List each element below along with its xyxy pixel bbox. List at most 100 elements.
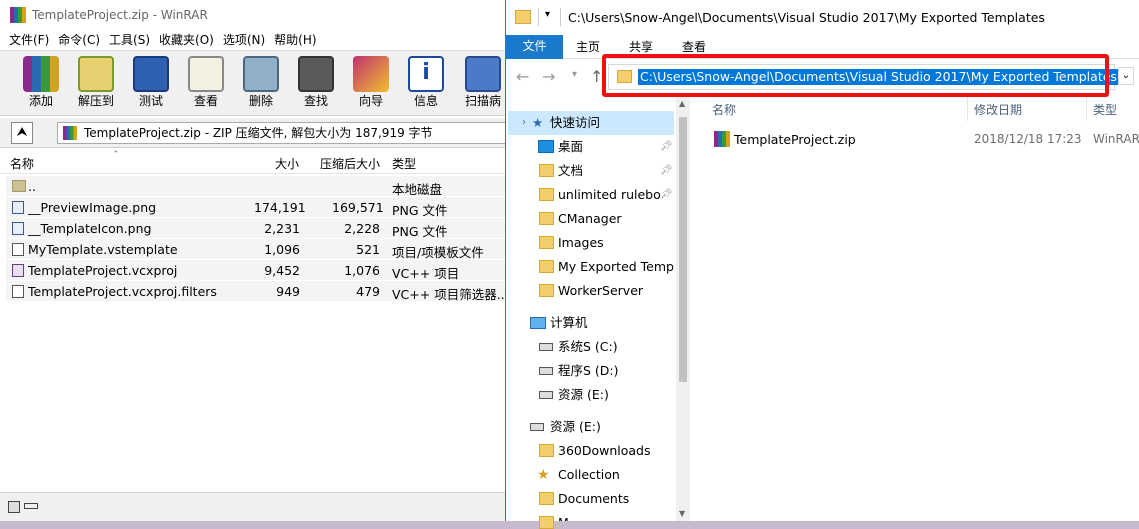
nav-drive-c[interactable]: 系统S (C:): [558, 335, 618, 359]
column-type[interactable]: 类型: [1093, 101, 1117, 118]
nav-item-unlimited[interactable]: unlimited rulebo: [558, 183, 662, 207]
title-bar: TemplateProject.zip - WinRAR: [0, 0, 506, 30]
nav-item-partial[interactable]: M...: [558, 511, 581, 521]
tab-home[interactable]: 主页: [576, 35, 600, 59]
list-header: 名称 ⌃ 大小 压缩后大小 类型: [0, 150, 506, 174]
quick-access-toolbar-dropdown-icon[interactable]: ▾: [545, 9, 550, 20]
folder-icon: [539, 188, 554, 201]
column-name[interactable]: 名称: [712, 101, 736, 118]
archive-path-field[interactable]: TemplateProject.zip - ZIP 压缩文件, 解包大小为 18…: [57, 122, 506, 144]
archive-icon: [63, 126, 77, 140]
folder-icon: [539, 284, 554, 297]
virus-scan-button[interactable]: 扫描病: [460, 55, 506, 113]
winrar-logo-icon: [10, 7, 26, 23]
folder-icon: [539, 260, 554, 273]
nav-computer[interactable]: 计算机: [550, 311, 588, 335]
find-button[interactable]: 查找: [289, 55, 343, 113]
scrollbar-thumb[interactable]: [679, 117, 687, 382]
png-file-icon: [12, 222, 24, 235]
folder-icon: [515, 10, 531, 24]
info-button[interactable]: i 信息: [399, 55, 453, 113]
navigation-pane: › ★ 快速访问 桌面 📌︎ 文档 📌︎ unlimited rulebo 📌︎…: [506, 97, 692, 529]
window-title: TemplateProject.zip - WinRAR: [32, 8, 208, 22]
pin-icon[interactable]: 📌︎: [660, 135, 673, 159]
scroll-up-icon[interactable]: ▲: [679, 99, 685, 108]
nav-item-360downloads[interactable]: 360Downloads: [558, 439, 651, 463]
column-type[interactable]: 类型: [392, 155, 416, 172]
wizard-button[interactable]: 向导: [344, 55, 398, 113]
table-row[interactable]: TemplateProject.zip 2018/12/18 17:23 Win…: [710, 129, 1139, 151]
column-size[interactable]: 大小: [275, 155, 299, 172]
column-packed[interactable]: 压缩后大小: [320, 155, 380, 172]
menu-help[interactable]: 帮助(H): [274, 30, 316, 50]
png-file-icon: [12, 201, 24, 214]
address-dropdown-icon[interactable]: ⌄: [1118, 67, 1134, 85]
drive-icon: [539, 367, 553, 375]
desktop-icon: [538, 140, 554, 153]
nav-drive-e[interactable]: 资源 (E:): [558, 383, 609, 407]
key-icon[interactable]: [24, 503, 38, 509]
nav-scrollbar[interactable]: ▲ ▼: [676, 97, 690, 521]
menu-bar: 文件(F) 命令(C) 工具(S) 收藏夹(O) 选项(N) 帮助(H): [0, 30, 506, 50]
pin-icon[interactable]: 📌︎: [660, 183, 673, 207]
title-divider: [560, 8, 561, 26]
nav-item-images[interactable]: Images: [558, 231, 604, 255]
add-button[interactable]: 添加: [14, 55, 68, 113]
delete-button[interactable]: 删除: [234, 55, 288, 113]
explorer-window: ▾ C:\Users\Snow-Angel\Documents\Visual S…: [505, 0, 1139, 529]
table-row[interactable]: __PreviewImage.png 174,191 169,571 PNG 文…: [6, 197, 506, 218]
menu-options[interactable]: 选项(N): [223, 30, 265, 50]
tab-file[interactable]: 文件: [506, 35, 563, 59]
virus-scan-icon: [465, 56, 501, 92]
nav-item-documents[interactable]: 文档: [558, 159, 583, 183]
menu-favorites[interactable]: 收藏夹(O): [159, 30, 214, 50]
nav-item-my-exported-templates[interactable]: My Exported Templ: [558, 255, 674, 279]
test-button[interactable]: 测试: [124, 55, 178, 113]
nav-item-collection[interactable]: Collection: [558, 463, 620, 487]
nav-drive-d[interactable]: 程序S (D:): [558, 359, 619, 383]
parent-folder-icon: [12, 180, 26, 192]
filters-file-icon: [12, 285, 24, 298]
nav-item-desktop[interactable]: 桌面: [558, 135, 583, 159]
view-button[interactable]: 查看: [179, 55, 233, 113]
pin-icon[interactable]: 📌︎: [660, 159, 673, 183]
column-modified[interactable]: 修改日期: [974, 101, 1022, 118]
folder-icon: [539, 516, 554, 529]
drive-icon[interactable]: [8, 501, 20, 513]
star-folder-icon: ★: [537, 467, 550, 483]
up-folder-button[interactable]: ⮝: [11, 122, 33, 144]
expand-chevron-icon[interactable]: ›: [522, 111, 526, 135]
scroll-down-icon[interactable]: ▼: [679, 509, 685, 518]
nav-item-workerserver[interactable]: WorkerServer: [558, 279, 643, 303]
column-name[interactable]: 名称: [10, 155, 34, 172]
table-row[interactable]: .. 本地磁盘: [6, 176, 506, 197]
table-row[interactable]: TemplateProject.vcxproj.filters 949 479 …: [6, 281, 509, 302]
back-arrow-icon[interactable]: ←: [516, 67, 529, 86]
nav-item-documents-e[interactable]: Documents: [558, 487, 629, 511]
forward-arrow-icon[interactable]: →: [542, 67, 555, 86]
column-divider: [967, 97, 968, 121]
nav-drive-e-root[interactable]: 资源 (E:): [550, 415, 601, 439]
menu-tools[interactable]: 工具(S): [109, 30, 150, 50]
toolbar: 添加 解压到 测试 查看 删除 查找 向导 i 信息 扫描病: [0, 50, 506, 116]
nav-quick-access[interactable]: 快速访问: [550, 111, 600, 135]
status-bar: [0, 492, 506, 521]
table-row[interactable]: __TemplateIcon.png 2,231 2,228 PNG 文件: [6, 218, 506, 239]
table-row[interactable]: MyTemplate.vstemplate 1,096 521 项目/项模板文件: [6, 239, 506, 260]
table-row[interactable]: TemplateProject.vcxproj 9,452 1,076 VC++…: [6, 260, 506, 281]
zip-file-icon: [714, 131, 730, 147]
test-icon: [133, 56, 169, 92]
extract-to-button[interactable]: 解压到: [69, 55, 123, 113]
extract-folder-icon: [78, 56, 114, 92]
folder-icon: [539, 212, 554, 225]
menu-commands[interactable]: 命令(C): [58, 30, 100, 50]
drive-icon: [530, 423, 544, 431]
menu-file[interactable]: 文件(F): [9, 30, 49, 50]
winrar-window: TemplateProject.zip - WinRAR 文件(F) 命令(C) 工…: [0, 0, 509, 521]
computer-icon: [530, 317, 546, 329]
nav-item-cmanager[interactable]: CManager: [558, 207, 622, 231]
recent-locations-icon[interactable]: ▾: [572, 69, 577, 80]
file-pane: 名称 修改日期 类型 TemplateProject.zip 2018/12/1…: [696, 97, 1139, 521]
column-divider: [1086, 97, 1087, 121]
highlight-box: [602, 54, 1109, 97]
